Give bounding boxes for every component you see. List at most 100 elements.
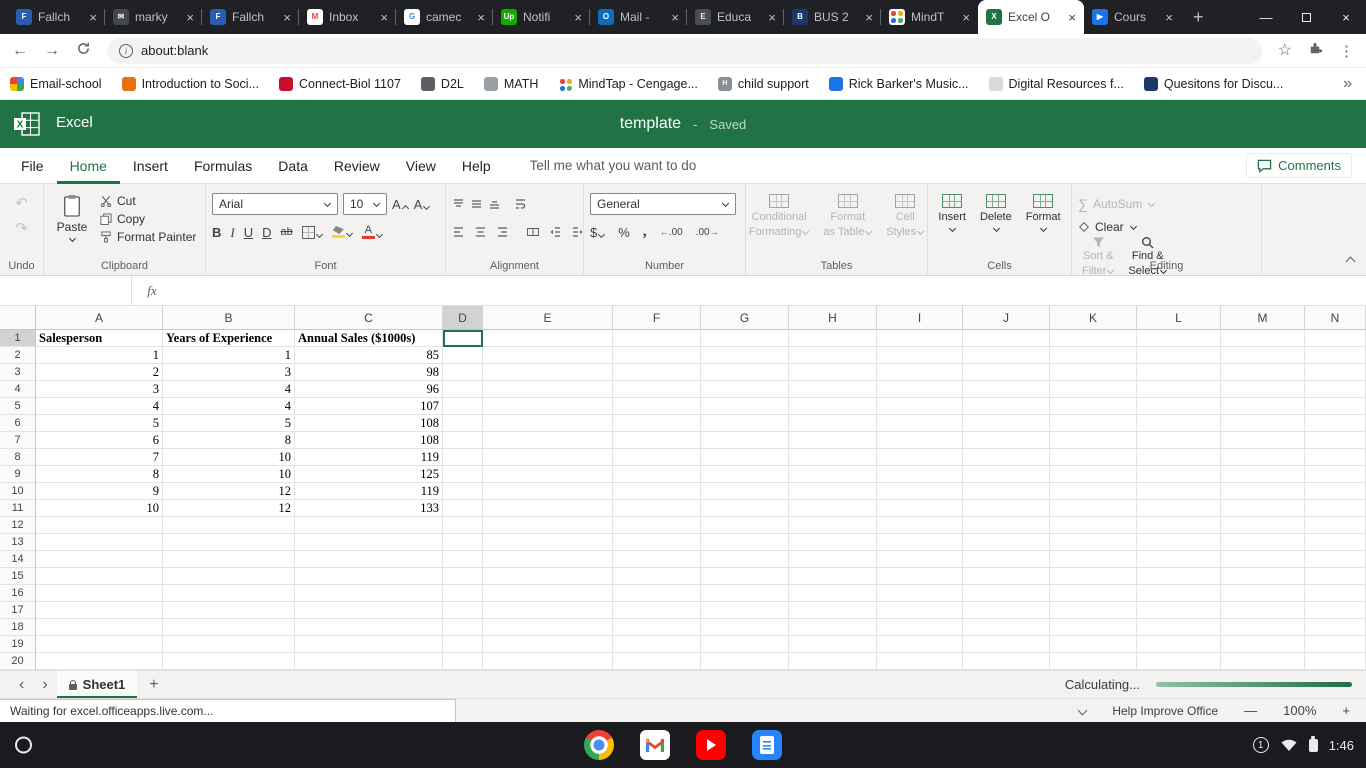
cell-F18[interactable] [613,619,701,636]
cell-K17[interactable] [1050,602,1137,619]
cell-D20[interactable] [443,653,483,670]
merge-center-button[interactable] [526,226,540,238]
cell-N19[interactable] [1305,636,1366,653]
cell-C19[interactable] [295,636,443,653]
cell-I5[interactable] [877,398,963,415]
cell-L8[interactable] [1137,449,1221,466]
cell-B17[interactable] [163,602,295,619]
cell-A16[interactable] [36,585,163,602]
cell-E20[interactable] [483,653,613,670]
cell-J2[interactable] [963,347,1050,364]
cell-D2[interactable] [443,347,483,364]
cell-I19[interactable] [877,636,963,653]
cell-M14[interactable] [1221,551,1305,568]
cell-N16[interactable] [1305,585,1366,602]
browser-tab-educa[interactable]: E Educa × [686,0,784,34]
cell-N4[interactable] [1305,381,1366,398]
insert-cells-button[interactable]: Insert [934,192,970,233]
cell-M19[interactable] [1221,636,1305,653]
format-as-table-button[interactable]: Format as Table [819,192,876,240]
cell-N11[interactable] [1305,500,1366,517]
currency-format-button[interactable]: $ [590,226,606,239]
cell-G15[interactable] [701,568,789,585]
browser-tab-fallch[interactable]: F Fallch × [8,0,105,34]
menu-view[interactable]: View [393,148,449,184]
bookmarks-overflow-icon[interactable]: » [1343,75,1366,93]
cell-N10[interactable] [1305,483,1366,500]
cell-G8[interactable] [701,449,789,466]
cell-E1[interactable] [483,330,613,347]
cell-B20[interactable] [163,653,295,670]
cell-M3[interactable] [1221,364,1305,381]
tab-close-icon[interactable]: × [380,10,388,25]
cell-F6[interactable] [613,415,701,432]
tab-close-icon[interactable]: × [1165,10,1173,25]
cell-C3[interactable]: 98 [295,364,443,381]
sheet-next-button[interactable]: › [33,676,56,694]
cell-K10[interactable] [1050,483,1137,500]
cell-K20[interactable] [1050,653,1137,670]
align-middle-button[interactable] [470,198,483,210]
cell-M6[interactable] [1221,415,1305,432]
cell-C16[interactable] [295,585,443,602]
excel-logo-icon[interactable]: X [14,112,40,141]
cell-I7[interactable] [877,432,963,449]
cell-L12[interactable] [1137,517,1221,534]
font-name-select[interactable]: Arial [212,193,338,215]
cell-F1[interactable] [613,330,701,347]
conditional-formatting-button[interactable]: Conditional Formatting [745,192,814,240]
cell-L16[interactable] [1137,585,1221,602]
cell-C7[interactable]: 108 [295,432,443,449]
cell-A18[interactable] [36,619,163,636]
cell-C10[interactable]: 119 [295,483,443,500]
cell-C12[interactable] [295,517,443,534]
cell-G18[interactable] [701,619,789,636]
cell-J10[interactable] [963,483,1050,500]
cell-H2[interactable] [789,347,877,364]
cell-G20[interactable] [701,653,789,670]
cell-B7[interactable]: 8 [163,432,295,449]
comma-format-button[interactable]: , [643,224,647,240]
cell-D1[interactable] [443,330,483,347]
cell-A7[interactable]: 6 [36,432,163,449]
wrap-text-button[interactable] [514,198,527,210]
cell-D5[interactable] [443,398,483,415]
cell-H1[interactable] [789,330,877,347]
cell-H16[interactable] [789,585,877,602]
cell-N13[interactable] [1305,534,1366,551]
cell-D3[interactable] [443,364,483,381]
cell-H11[interactable] [789,500,877,517]
browser-tab-cours[interactable]: ▶ Cours × [1084,0,1181,34]
sheet-prev-button[interactable]: ‹ [10,676,33,694]
cell-G17[interactable] [701,602,789,619]
tab-close-icon[interactable]: × [477,10,485,25]
cell-N9[interactable] [1305,466,1366,483]
column-header-N[interactable]: N [1305,306,1366,329]
tell-me-box[interactable]: Tell me what you want to do [530,158,697,173]
cell-F8[interactable] [613,449,701,466]
cell-C6[interactable]: 108 [295,415,443,432]
cell-A3[interactable]: 2 [36,364,163,381]
cell-E13[interactable] [483,534,613,551]
bookmark-star-icon[interactable]: ☆ [1278,42,1292,59]
cell-I1[interactable] [877,330,963,347]
menu-help[interactable]: Help [449,148,504,184]
row-header-18[interactable]: 18 [0,619,36,636]
cell-F9[interactable] [613,466,701,483]
cell-C15[interactable] [295,568,443,585]
number-format-select[interactable]: General [590,193,736,215]
cell-styles-button[interactable]: Cell Styles [882,192,928,240]
cell-N18[interactable] [1305,619,1366,636]
cell-A20[interactable] [36,653,163,670]
new-tab-button[interactable]: + [1193,7,1204,28]
cell-M5[interactable] [1221,398,1305,415]
font-size-select[interactable]: 10 [343,193,387,215]
cell-H18[interactable] [789,619,877,636]
cell-M4[interactable] [1221,381,1305,398]
cell-M18[interactable] [1221,619,1305,636]
row-header-3[interactable]: 3 [0,364,36,381]
cell-M16[interactable] [1221,585,1305,602]
cell-A13[interactable] [36,534,163,551]
cell-I9[interactable] [877,466,963,483]
cell-J17[interactable] [963,602,1050,619]
